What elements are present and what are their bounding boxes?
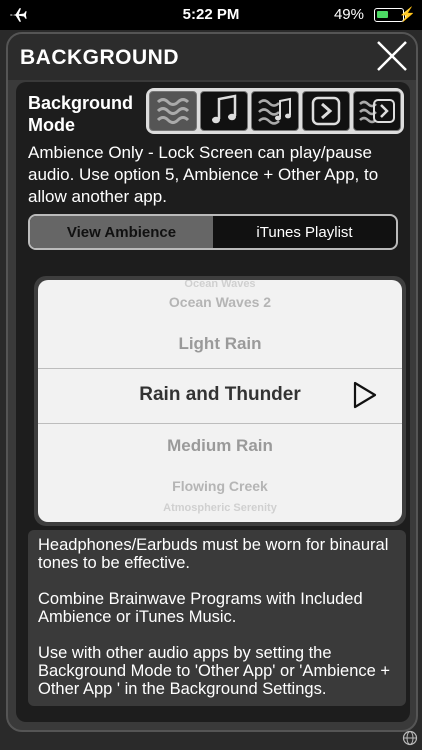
waves-icon	[156, 98, 190, 124]
waves-music-icon	[258, 97, 291, 125]
tab-view-ambience-label: View Ambience	[66, 223, 177, 241]
background-mode-description: Ambience Only - Lock Screen can play/pau…	[28, 143, 379, 206]
background-settings-panel: BACKGROUND Background Mode Ambience Only…	[6, 32, 418, 732]
close-icon[interactable]	[374, 38, 410, 74]
picker-item[interactable]: Medium Rain	[38, 436, 402, 456]
picker-item[interactable]: Ocean Waves	[38, 280, 402, 290]
info-paragraph: Use with other audio apps by setting the…	[38, 644, 391, 698]
mode-option-ambience[interactable]	[149, 91, 197, 131]
mode-option-ambience-music[interactable]	[251, 91, 299, 131]
tab-itunes-playlist-label: iTunes Playlist	[256, 223, 353, 241]
mode-option-other-app[interactable]	[302, 91, 350, 131]
tab-itunes-playlist[interactable]: iTunes Playlist	[213, 216, 396, 248]
panel-title: BACKGROUND	[20, 46, 179, 69]
mode-option-music[interactable]	[200, 91, 248, 131]
tab-view-ambience[interactable]: View Ambience	[30, 216, 213, 248]
music-note-icon	[212, 94, 237, 124]
status-bar: 5:22 PM 49% ⚡	[0, 0, 422, 30]
picker-item[interactable]: Flowing Creek	[38, 478, 402, 494]
waves-forward-app-icon	[359, 99, 395, 124]
background-mode-label: Background Mode	[28, 93, 134, 135]
panel-header: BACKGROUND	[8, 34, 416, 80]
battery-percent: 49%	[333, 6, 364, 23]
picker-selection-top-line	[38, 368, 402, 369]
forward-app-icon	[311, 96, 341, 126]
info-box: Headphones/Earbuds must be worn for bina…	[28, 530, 406, 706]
picker-selection-bottom-line	[38, 423, 402, 424]
picker-item-selected[interactable]: Rain and Thunder	[38, 384, 402, 406]
charging-bolt-icon: ⚡	[398, 6, 416, 22]
picker-item[interactable]: Light Rain	[38, 334, 402, 354]
play-icon[interactable]	[352, 380, 378, 410]
background-mode-selector	[146, 88, 404, 134]
info-paragraph: Headphones/Earbuds must be worn for bina…	[38, 536, 389, 572]
picker-item[interactable]: Atmospheric Serenity	[38, 502, 402, 514]
globe-icon	[402, 730, 418, 746]
mode-option-ambience-other-app[interactable]	[353, 91, 401, 131]
ambience-picker[interactable]: Ocean Waves Ocean Waves 2 Light Rain Rai…	[38, 280, 402, 522]
source-segmented-control: View Ambience iTunes Playlist	[28, 214, 398, 250]
panel-body: Background Mode Ambience Only - Lock Scr…	[16, 82, 410, 722]
info-paragraph: Combine Brainwave Programs with Included…	[38, 590, 363, 626]
picker-item[interactable]: Ocean Waves 2	[38, 294, 402, 310]
